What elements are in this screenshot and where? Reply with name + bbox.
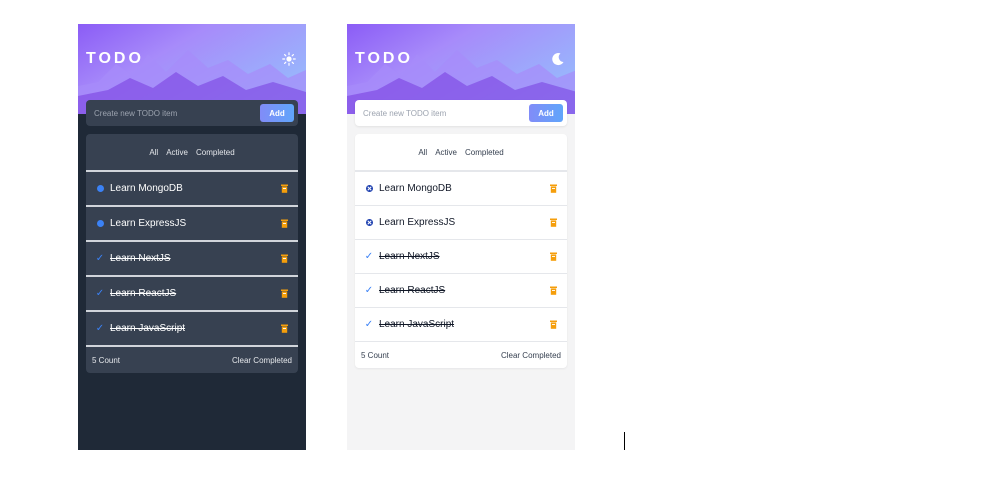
filter-completed[interactable]: Completed [465, 148, 504, 157]
todo-item[interactable]: ✓ Learn ReactJS [355, 274, 567, 308]
pending-x-icon[interactable] [361, 219, 377, 226]
pending-x-icon[interactable] [361, 185, 377, 192]
add-button[interactable]: Add [260, 104, 294, 122]
filter-all[interactable]: All [418, 148, 427, 157]
check-icon[interactable]: ✓ [92, 323, 108, 334]
todo-text: Learn NextJS [110, 253, 171, 264]
sun-icon[interactable] [282, 52, 296, 66]
todo-card: All Active Completed Learn MongoDB Learn… [355, 134, 567, 368]
pending-dot-icon[interactable] [92, 185, 108, 192]
check-icon[interactable]: ✓ [361, 285, 377, 296]
trash-icon[interactable] [276, 254, 292, 263]
filter-bar: All Active Completed [355, 134, 567, 172]
todo-item[interactable]: ✓ Learn JavaScript [86, 312, 298, 347]
todo-text: Learn NextJS [379, 251, 440, 262]
check-icon[interactable]: ✓ [361, 319, 377, 330]
filter-completed[interactable]: Completed [196, 148, 235, 157]
text-cursor [624, 432, 625, 450]
check-icon[interactable]: ✓ [92, 253, 108, 264]
todo-text: Learn JavaScript [379, 319, 455, 330]
todo-footer: 5 Count Clear Completed [355, 342, 567, 368]
todo-text: Learn ReactJS [379, 285, 446, 296]
clear-completed-button[interactable]: Clear Completed [232, 356, 292, 365]
trash-icon[interactable] [545, 252, 561, 261]
todo-text: Learn ReactJS [110, 288, 177, 299]
todo-text: Learn JavaScript [110, 323, 186, 334]
filter-active[interactable]: Active [166, 148, 188, 157]
todo-item[interactable]: ✓ Learn NextJS [355, 240, 567, 274]
todo-text: Learn ExpressJS [110, 218, 187, 229]
todo-item[interactable]: Learn MongoDB [355, 172, 567, 206]
todo-text: Learn ExpressJS [379, 217, 456, 228]
todo-count: 5 Count [361, 350, 390, 360]
todo-item[interactable]: ✓ Learn ReactJS [86, 277, 298, 312]
trash-icon[interactable] [545, 218, 561, 227]
todo-item[interactable]: Learn ExpressJS [355, 206, 567, 240]
trash-icon[interactable] [276, 184, 292, 193]
moon-icon[interactable] [551, 52, 565, 66]
todo-text: Learn MongoDB [379, 183, 452, 194]
filter-active[interactable]: Active [435, 148, 457, 157]
new-todo-row: Add [86, 100, 298, 126]
todo-card: All Active Completed Learn MongoDB Learn… [86, 134, 298, 373]
trash-icon[interactable] [545, 320, 561, 329]
pending-dot-icon[interactable] [92, 220, 108, 227]
todo-item[interactable]: ✓ Learn JavaScript [355, 308, 567, 342]
check-icon[interactable]: ✓ [361, 251, 377, 262]
filter-bar: All Active Completed [86, 134, 298, 172]
light-theme-panel: TODO Add All Active Completed Learn Mong… [347, 24, 575, 450]
todo-item[interactable]: Learn MongoDB [86, 172, 298, 207]
add-button[interactable]: Add [529, 104, 563, 122]
trash-icon[interactable] [545, 286, 561, 295]
dark-theme-panel: TODO Add All Active Completed Learn [78, 24, 306, 450]
todo-text: Learn MongoDB [110, 183, 183, 194]
todo-count: 5 Count [92, 355, 121, 365]
clear-completed-button[interactable]: Clear Completed [501, 351, 561, 360]
trash-icon[interactable] [276, 289, 292, 298]
app-title: TODO [86, 50, 144, 67]
new-todo-input[interactable] [86, 107, 260, 119]
trash-icon[interactable] [545, 184, 561, 193]
trash-icon[interactable] [276, 219, 292, 228]
todo-footer: 5 Count Clear Completed [86, 347, 298, 373]
todo-item[interactable]: ✓ Learn NextJS [86, 242, 298, 277]
todo-item[interactable]: Learn ExpressJS [86, 207, 298, 242]
trash-icon[interactable] [276, 324, 292, 333]
new-todo-input[interactable] [355, 107, 529, 119]
new-todo-row: Add [355, 100, 567, 126]
check-icon[interactable]: ✓ [92, 288, 108, 299]
app-title: TODO [355, 50, 413, 67]
filter-all[interactable]: All [149, 148, 158, 157]
